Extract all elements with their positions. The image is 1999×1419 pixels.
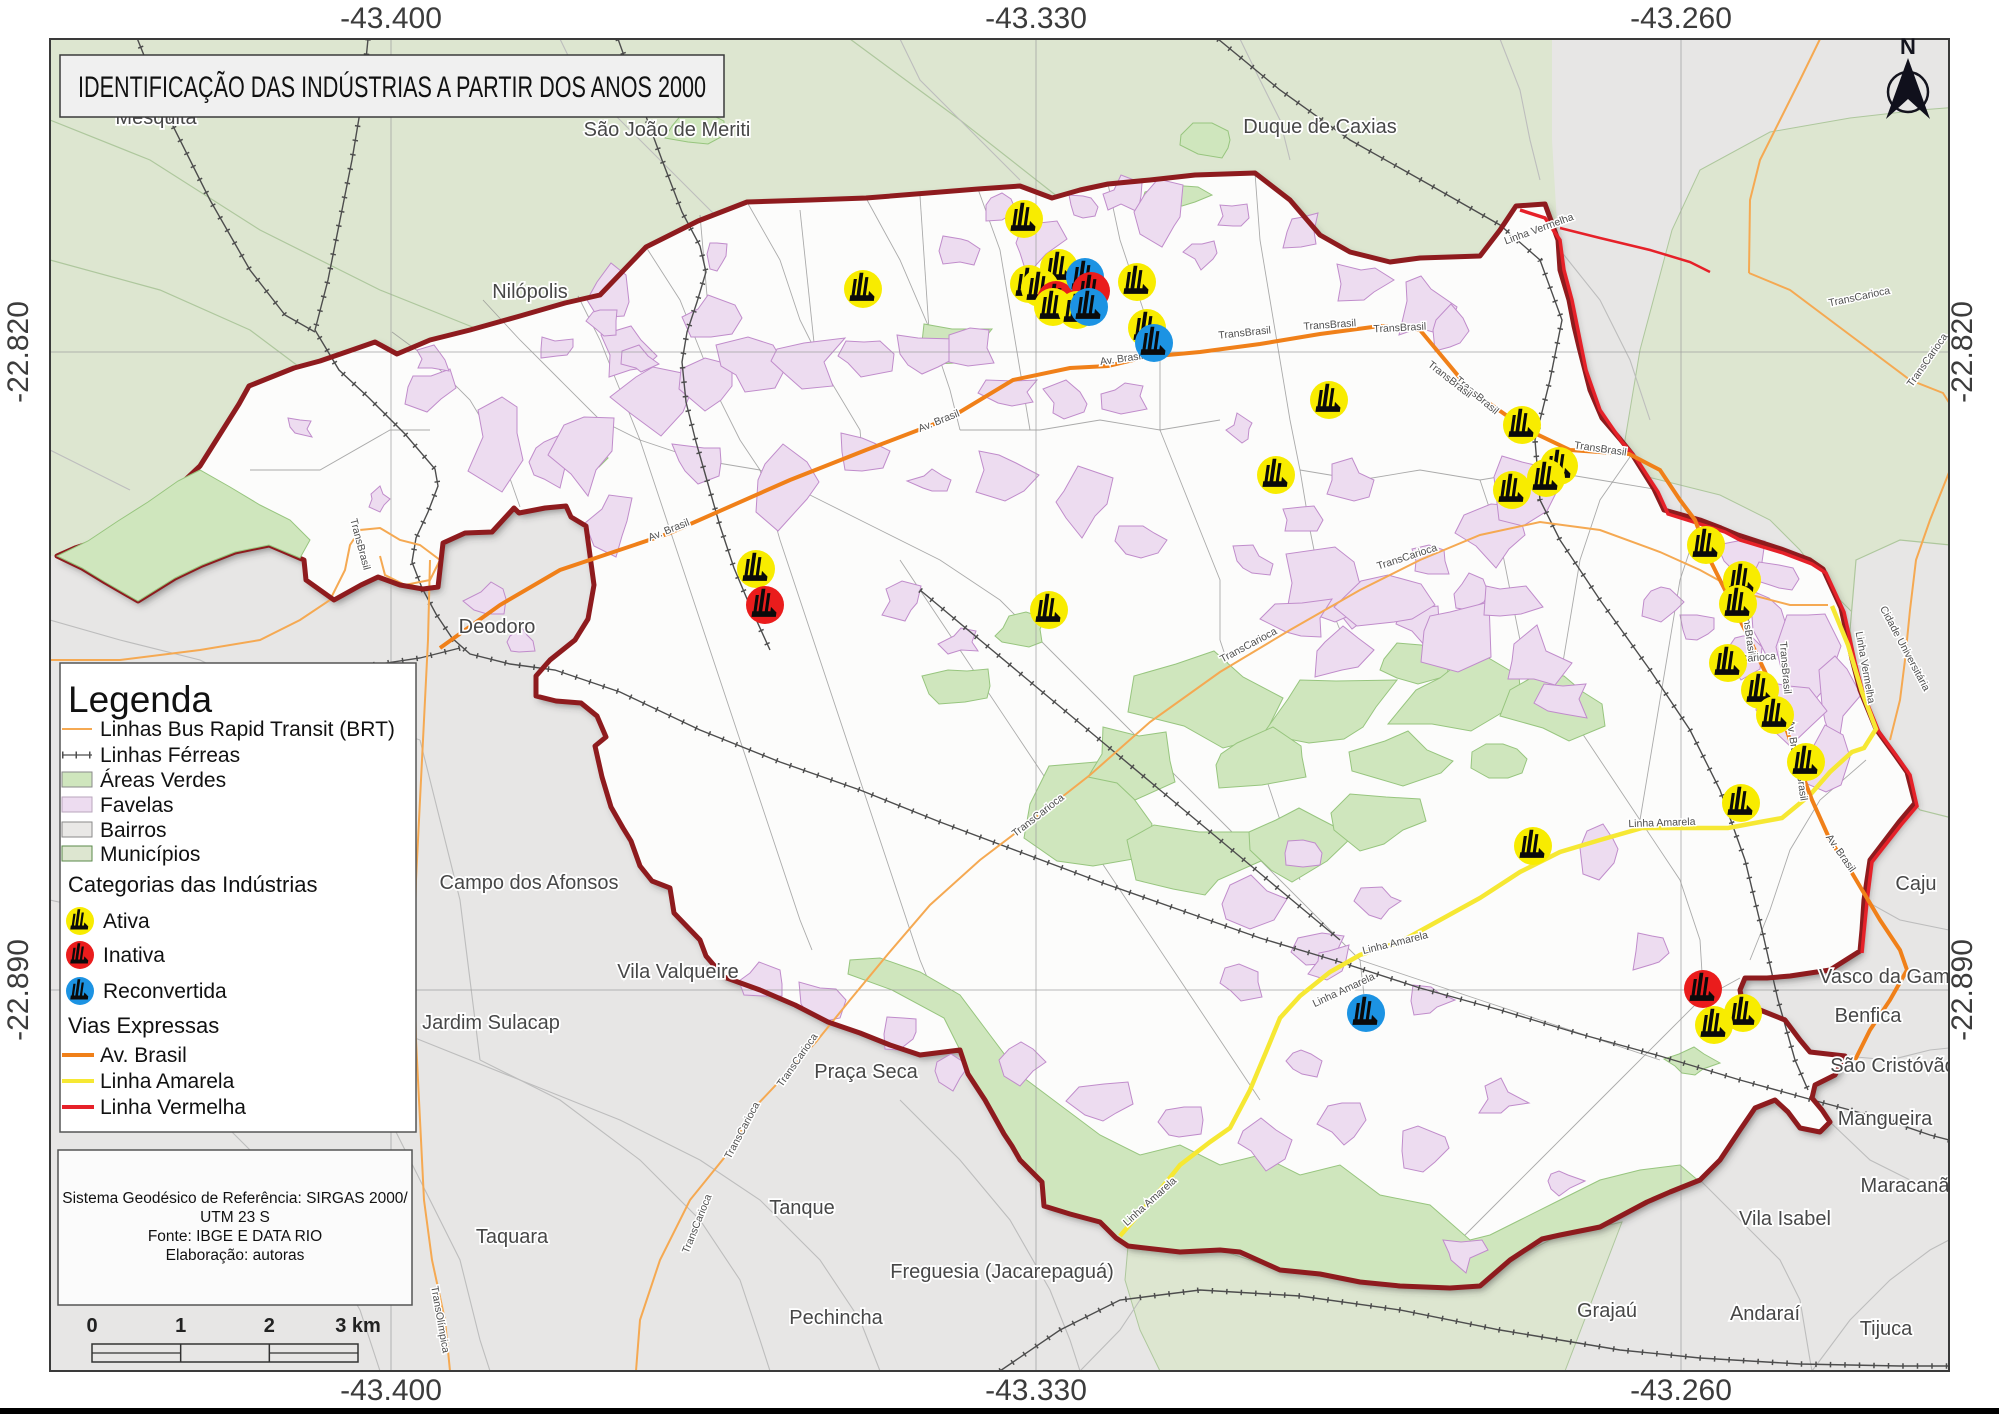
svg-text:Reconvertida: Reconvertida bbox=[103, 980, 227, 1003]
svg-text:Linhas Férreas: Linhas Férreas bbox=[100, 744, 240, 767]
svg-text:Nilópolis: Nilópolis bbox=[492, 281, 568, 303]
svg-text:Caju: Caju bbox=[1895, 873, 1936, 895]
svg-text:Jardim Sulacap: Jardim Sulacap bbox=[422, 1012, 560, 1034]
svg-text:Vila Valqueire: Vila Valqueire bbox=[617, 961, 739, 983]
svg-text:-22.820: -22.820 bbox=[2, 301, 35, 403]
svg-text:Vasco da Gama: Vasco da Gama bbox=[1819, 966, 1962, 988]
svg-text:-43.400: -43.400 bbox=[340, 2, 442, 35]
svg-text:IDENTIFICAÇÃO DAS INDÚSTRIAS A: IDENTIFICAÇÃO DAS INDÚSTRIAS A PARTIR DO… bbox=[78, 70, 706, 104]
svg-text:UTM 23 S: UTM 23 S bbox=[200, 1209, 270, 1226]
svg-text:Duque de Caxias: Duque de Caxias bbox=[1243, 116, 1396, 138]
svg-text:Linha Vermelha: Linha Vermelha bbox=[100, 1096, 246, 1119]
svg-text:Freguesia (Jacarepaguá): Freguesia (Jacarepaguá) bbox=[890, 1261, 1113, 1283]
svg-text:1: 1 bbox=[175, 1315, 186, 1337]
svg-text:Praça Seca: Praça Seca bbox=[814, 1061, 918, 1083]
svg-text:-22.890: -22.890 bbox=[1946, 939, 1979, 1041]
svg-text:Bairros: Bairros bbox=[100, 819, 167, 842]
svg-text:Benfica: Benfica bbox=[1835, 1005, 1903, 1027]
svg-text:-43.330: -43.330 bbox=[985, 1374, 1087, 1407]
svg-text:Grajaú: Grajaú bbox=[1577, 1300, 1637, 1322]
svg-text:Maracanã: Maracanã bbox=[1861, 1175, 1951, 1197]
svg-text:-43.260: -43.260 bbox=[1630, 1374, 1732, 1407]
svg-text:2: 2 bbox=[264, 1315, 275, 1337]
svg-text:-43.330: -43.330 bbox=[985, 2, 1087, 35]
svg-text:Inativa: Inativa bbox=[103, 944, 165, 967]
svg-text:Tanque: Tanque bbox=[769, 1197, 835, 1219]
svg-text:Municípios: Municípios bbox=[100, 843, 200, 866]
svg-text:São Cristóvão: São Cristóvão bbox=[1830, 1055, 1956, 1077]
svg-text:Sistema Geodésico de Referênci: Sistema Geodésico de Referência: SIRGAS … bbox=[62, 1190, 408, 1207]
svg-text:Vila Isabel: Vila Isabel bbox=[1739, 1208, 1831, 1230]
svg-text:Vias Expressas: Vias Expressas bbox=[68, 1013, 219, 1038]
svg-text:Legenda: Legenda bbox=[68, 679, 212, 720]
svg-text:Campo dos Afonsos: Campo dos Afonsos bbox=[440, 872, 619, 894]
svg-text:N: N bbox=[1900, 34, 1916, 59]
svg-text:-43.260: -43.260 bbox=[1630, 2, 1732, 35]
svg-text:São João de Meriti: São João de Meriti bbox=[584, 119, 751, 141]
svg-text:Linhas Bus Rapid Transit (BRT): Linhas Bus Rapid Transit (BRT) bbox=[100, 718, 395, 741]
svg-text:-43.400: -43.400 bbox=[340, 1374, 442, 1407]
svg-text:Andaraí: Andaraí bbox=[1730, 1303, 1800, 1325]
svg-text:0: 0 bbox=[86, 1315, 97, 1337]
svg-text:Linha Amarela: Linha Amarela bbox=[100, 1070, 235, 1093]
svg-text:Pechincha: Pechincha bbox=[789, 1307, 883, 1329]
svg-text:Tijuca: Tijuca bbox=[1860, 1318, 1913, 1340]
svg-text:Av. Brasil: Av. Brasil bbox=[100, 1044, 187, 1067]
svg-text:Deodoro: Deodoro bbox=[459, 616, 536, 638]
svg-text:-22.820: -22.820 bbox=[1946, 301, 1979, 403]
svg-text:Taquara: Taquara bbox=[476, 1226, 549, 1248]
svg-text:Categorias das Indústrias: Categorias das Indústrias bbox=[68, 872, 317, 897]
svg-text:Linha Amarela: Linha Amarela bbox=[1628, 816, 1696, 830]
svg-text:3 km: 3 km bbox=[335, 1315, 381, 1337]
svg-text:-22.890: -22.890 bbox=[2, 939, 35, 1041]
svg-text:Fonte: IBGE E DATA RIO: Fonte: IBGE E DATA RIO bbox=[148, 1228, 322, 1245]
svg-text:Favelas: Favelas bbox=[100, 794, 174, 817]
svg-text:Áreas Verdes: Áreas Verdes bbox=[100, 769, 226, 792]
svg-text:Mangueira: Mangueira bbox=[1838, 1108, 1933, 1130]
svg-text:Ativa: Ativa bbox=[103, 910, 150, 933]
svg-text:Elaboração: autoras: Elaboração: autoras bbox=[166, 1247, 305, 1264]
